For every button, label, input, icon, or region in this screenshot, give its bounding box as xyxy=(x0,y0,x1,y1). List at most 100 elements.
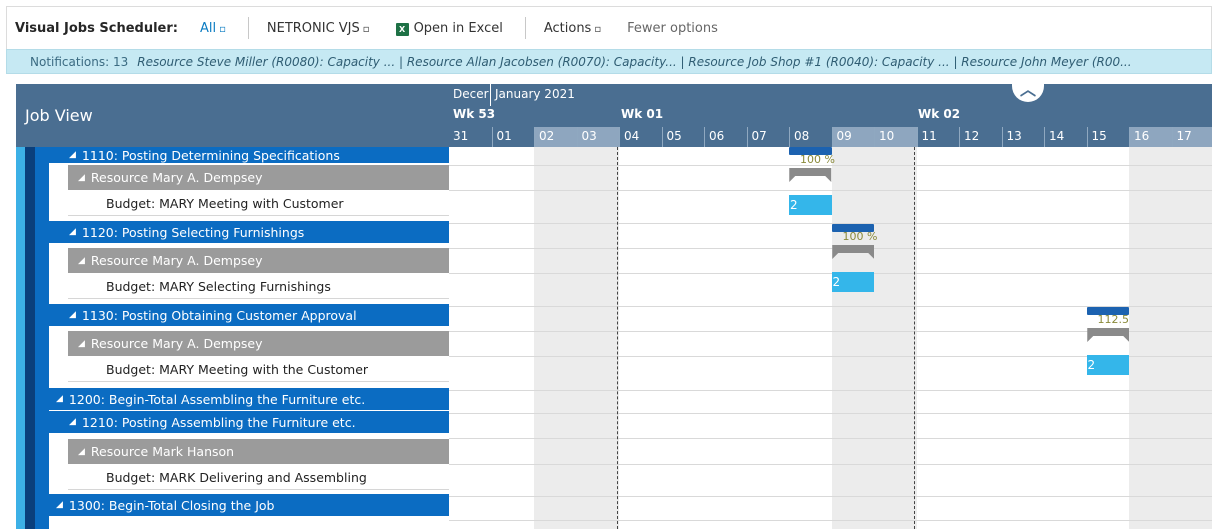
expand-collapse-icon[interactable]: ◢ xyxy=(56,394,63,404)
week-boundary xyxy=(914,147,915,529)
day-label: 15 xyxy=(1086,127,1130,147)
task-summary-bar[interactable]: 112.5 xyxy=(1086,307,1129,326)
notification-count[interactable]: Notifications: 13 xyxy=(30,55,128,69)
row-label: 1110: Posting Determining Specifications xyxy=(81,147,340,163)
expand-collapse-icon[interactable]: ◢ xyxy=(78,256,85,266)
day-label: 17 xyxy=(1171,127,1212,147)
day-label: 14 xyxy=(1044,127,1087,147)
row-label: Resource Mark Hanson xyxy=(90,444,235,459)
resource-allocation-bar[interactable] xyxy=(831,245,875,259)
chevron-down-icon: ▫ xyxy=(219,23,226,35)
toolbar-divider xyxy=(247,17,249,39)
row-label: Resource Mary A. Dempsey xyxy=(90,170,263,185)
day-label: 07 xyxy=(746,127,790,147)
actions-menu[interactable]: Actions ▫ xyxy=(544,21,601,36)
row-label: Resource Mary A. Dempsey xyxy=(90,253,263,268)
resource-allocation-bar[interactable] xyxy=(789,168,832,182)
toolbar-divider xyxy=(524,17,526,39)
weekend-column xyxy=(874,147,917,529)
expand-collapse-icon[interactable]: ◢ xyxy=(69,150,76,160)
task-row[interactable]: ◢ 1120: Posting Selecting Furnishings xyxy=(49,221,449,243)
progress-label: 100 % xyxy=(842,230,878,243)
chevron-up-icon: ︿ xyxy=(1019,84,1036,99)
day-label: 16 xyxy=(1129,127,1172,147)
row-label: Resource Mary A. Dempsey xyxy=(90,336,263,351)
netronic-vjs-label: NETRONIC VJS xyxy=(266,20,360,36)
collapse-header-button[interactable]: ︿ xyxy=(1012,84,1044,102)
month-divider xyxy=(490,84,491,106)
budget-bar[interactable]: 2 xyxy=(1086,355,1129,375)
row-label: 1120: Posting Selecting Furnishings xyxy=(81,224,305,240)
weekend-column xyxy=(831,147,874,529)
progress-label: 112.5 xyxy=(1097,313,1130,326)
row-label: Budget: MARY Meeting with the Customer xyxy=(106,361,369,377)
resource-row[interactable]: ◢ Resource Mark Hanson xyxy=(68,439,449,464)
expand-collapse-icon[interactable]: ◢ xyxy=(78,339,85,349)
row-gridline xyxy=(449,273,1212,274)
notification-bar: Notifications: 13 Resource Steve Miller … xyxy=(6,49,1212,74)
row-label: 1210: Posting Assembling the Furniture e… xyxy=(81,414,356,430)
progress-label: 100 % xyxy=(800,153,835,166)
weekend-column xyxy=(534,147,577,529)
open-in-excel-label: Open in Excel xyxy=(413,20,503,36)
week-label: Wk 53 xyxy=(453,107,496,121)
budget-bar[interactable]: 2 xyxy=(831,272,874,292)
gantt-chart: 100 % 100 % 112.5 2 2 2 xyxy=(449,147,1212,529)
expand-collapse-icon[interactable]: ◢ xyxy=(69,417,76,427)
day-label: 05 xyxy=(661,127,705,147)
day-label: 02 xyxy=(534,127,577,147)
timeline-header: Decer January 2021 ︿ Wk 53 Wk 01 Wk 02 31 0… xyxy=(449,84,1212,147)
open-in-excel-button[interactable]: X Open in Excel xyxy=(370,21,503,36)
row-label: 1300: Begin-Total Closing the Job xyxy=(68,497,275,513)
row-gridline xyxy=(449,190,1212,191)
task-row[interactable]: ◢ 1130: Posting Obtaining Customer Approv… xyxy=(49,304,449,326)
resource-row[interactable]: ◢ Resource Mary A. Dempsey xyxy=(68,248,449,273)
resource-row[interactable]: ◢ Resource Mary A. Dempsey xyxy=(68,331,449,356)
netronic-vjs-menu[interactable]: NETRONIC VJS ▫ xyxy=(267,21,370,36)
day-label: 04 xyxy=(619,127,662,147)
visual-jobs-scheduler: Visual Jobs Scheduler: All ▫ NETRONIC VJS… xyxy=(0,0,1218,529)
expand-collapse-icon[interactable]: ◢ xyxy=(69,310,76,320)
day-label: 01 xyxy=(491,127,535,147)
all-filter-button[interactable]: All ▫ xyxy=(200,21,226,36)
budget-row[interactable]: Budget: MARY Meeting with Customer xyxy=(68,191,449,216)
row-gridline xyxy=(449,520,1212,521)
day-label: 06 xyxy=(704,127,747,147)
row-gridline xyxy=(449,413,1212,414)
expand-collapse-icon[interactable]: ◢ xyxy=(56,500,63,510)
budget-bar[interactable]: 2 xyxy=(789,195,832,215)
row-label: Budget: MARY Meeting with Customer xyxy=(106,195,344,211)
row-gridline xyxy=(449,464,1212,465)
excel-icon: X xyxy=(395,22,409,36)
fewer-options-button[interactable]: Fewer options xyxy=(627,21,718,36)
job-view-title: Job View xyxy=(25,106,93,125)
task-summary-bar[interactable]: 100 % xyxy=(789,147,835,166)
task-row[interactable]: ◢ 1200: Begin-Total Assembling the Furnit… xyxy=(49,388,449,410)
budget-row[interactable]: Budget: MARK Delivering and Assembling xyxy=(68,465,449,490)
notification-messages[interactable]: Resource Steve Miller (R0080): Capacity … xyxy=(137,55,1131,69)
budget-row[interactable]: Budget: MARY Selecting Furnishings xyxy=(68,274,449,299)
row-gridline xyxy=(449,438,1212,439)
row-gridline xyxy=(449,223,1212,224)
level-stripe xyxy=(35,147,49,529)
actions-label: Actions xyxy=(543,20,592,36)
row-label: 1200: Begin-Total Assembling the Furnitu… xyxy=(68,391,366,407)
expand-collapse-icon[interactable]: ◢ xyxy=(78,173,85,183)
day-label: 09 xyxy=(831,127,874,147)
expand-collapse-icon[interactable]: ◢ xyxy=(69,227,76,237)
budget-row[interactable]: Budget: MARY Meeting with the Customer xyxy=(68,357,449,382)
task-row[interactable]: ◢ 1300: Begin-Total Closing the Job xyxy=(49,494,449,516)
task-row[interactable]: ◢ 1210: Posting Assembling the Furniture … xyxy=(49,411,449,433)
all-filter-label: All xyxy=(199,20,217,36)
resource-allocation-bar[interactable] xyxy=(1086,328,1130,342)
row-gridline xyxy=(449,390,1212,391)
job-view-header: Job View xyxy=(16,84,449,147)
day-label: 03 xyxy=(576,127,619,147)
resource-row[interactable]: ◢ Resource Mary A. Dempsey xyxy=(68,165,449,190)
level-stripe xyxy=(16,147,25,529)
day-label: 31 xyxy=(453,129,469,143)
expand-collapse-icon[interactable]: ◢ xyxy=(78,447,85,457)
task-summary-bar[interactable]: 100 % xyxy=(831,224,877,243)
day-label: 12 xyxy=(959,127,1002,147)
task-row[interactable]: ◢ 1110: Posting Determining Specification… xyxy=(49,147,449,163)
